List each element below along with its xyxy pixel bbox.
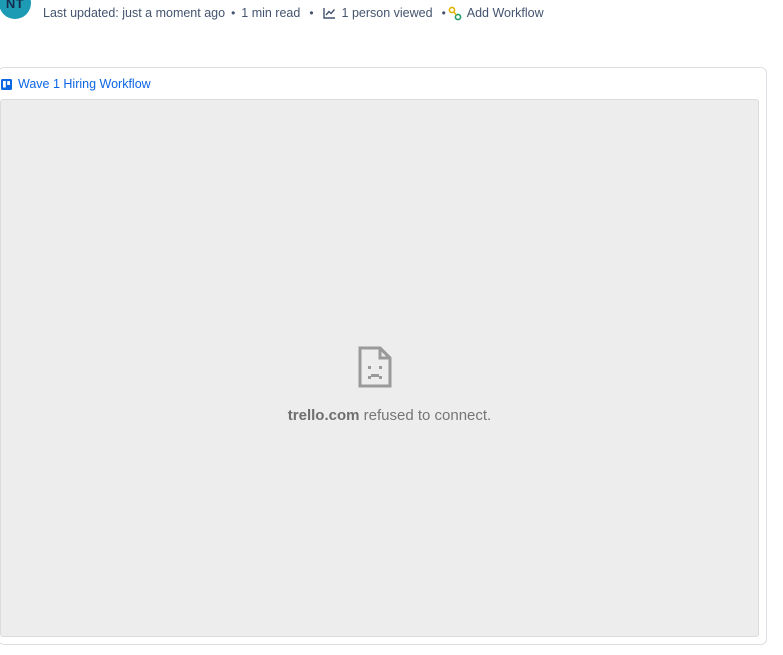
separator: • xyxy=(441,6,446,20)
error-message: trello.com refused to connect. xyxy=(288,407,491,424)
embed-header[interactable]: Wave 1 Hiring Workflow xyxy=(1,76,151,92)
embed-frame: trello.com refused to connect. xyxy=(0,99,759,637)
add-workflow-label: Add Workflow xyxy=(466,6,544,20)
line-chart-icon xyxy=(322,7,336,19)
embed-title[interactable]: Wave 1 Hiring Workflow xyxy=(18,77,151,91)
read-time: 1 min read xyxy=(241,6,301,20)
last-updated[interactable]: Last updated: just a moment ago xyxy=(43,6,225,20)
error-domain: trello.com xyxy=(287,407,360,424)
views-link[interactable]: 1 person viewed xyxy=(322,6,433,20)
avatar-initials: NT xyxy=(5,0,25,11)
add-workflow-button[interactable]: Add Workflow xyxy=(448,6,544,21)
separator: • xyxy=(309,6,314,20)
sad-page-icon xyxy=(358,346,392,393)
workflow-icon xyxy=(448,6,462,21)
views-count: 1 person viewed xyxy=(341,6,433,20)
page-meta-row: Last updated: just a moment ago • 1 min … xyxy=(43,5,544,21)
embed-card: Wave 1 Hiring Workflow trello.com refuse… xyxy=(0,67,767,645)
error-text: refused to connect. xyxy=(359,407,492,424)
avatar[interactable]: NT xyxy=(0,0,31,19)
trello-icon xyxy=(1,78,12,90)
page: NT Last updated: just a moment ago • 1 m… xyxy=(0,0,783,655)
separator: • xyxy=(231,6,236,20)
connection-error: trello.com refused to connect. xyxy=(1,346,758,424)
